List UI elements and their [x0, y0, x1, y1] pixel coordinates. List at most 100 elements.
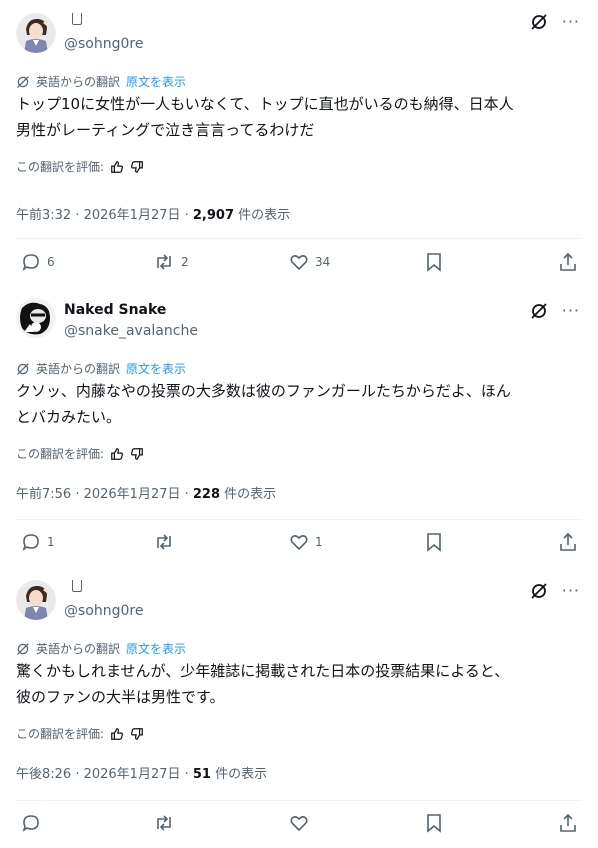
tweet-meta: 午前3:32 · 2026年1月27日 · 2,907 件の表示 [16, 204, 290, 223]
reply-icon [22, 254, 39, 271]
reply-button[interactable] [21, 813, 47, 833]
divider [16, 800, 582, 801]
translation-row: 英語からの翻訳 原文を表示 [16, 360, 186, 377]
reply-button[interactable]: 1 [21, 532, 55, 552]
author-name-row[interactable] [64, 580, 82, 592]
author-name-row[interactable] [64, 13, 82, 25]
repost-icon [157, 254, 171, 270]
rate-label: この翻訳を評価: [16, 447, 105, 461]
more-icon[interactable]: ··· [562, 303, 580, 319]
share-button[interactable] [558, 813, 578, 833]
view-count: 51 [192, 767, 211, 782]
author-handle[interactable]: @snake_avalanche [64, 323, 198, 339]
timestamp[interactable]: 午前7:56 · 2026年1月27日 · [16, 487, 193, 502]
bookmark-icon [427, 253, 441, 272]
thumbs-down-icon[interactable] [130, 447, 144, 461]
like-count: 34 [315, 255, 331, 269]
bookmark-icon [427, 814, 441, 833]
action-bar: 6 2 34 [0, 252, 598, 276]
author-name-row[interactable]: Naked Snake [64, 302, 166, 318]
rate-translation-row: この翻訳を評価: [16, 445, 144, 462]
repost-button[interactable]: 2 [153, 252, 189, 272]
more-icon[interactable]: ··· [562, 583, 580, 599]
share-button[interactable] [558, 532, 578, 552]
like-button[interactable] [289, 813, 315, 833]
tweet: Naked Snake @snake_avalanche ··· 英語からの翻訳… [0, 286, 598, 568]
reply-count: 6 [47, 255, 55, 269]
view-count: 2,907 [192, 208, 235, 223]
like-button[interactable]: 34 [289, 252, 330, 272]
like-count: 1 [315, 535, 323, 549]
thumbs-down-icon[interactable] [130, 727, 144, 741]
tweet-text-line: トップ10に女性が一人もいなくて、トップに直也がいるのも納得、日本人 [16, 95, 514, 113]
heart-icon [290, 816, 308, 832]
bookmark-button[interactable] [425, 813, 443, 833]
divider [16, 238, 582, 239]
tweet-text-line: 彼のファンの大半は男性です。 [16, 688, 225, 706]
repost-icon [157, 534, 171, 550]
action-bar [0, 813, 598, 837]
translation-row: 英語からの翻訳 原文を表示 [16, 73, 186, 90]
thumbs-down-icon[interactable] [130, 160, 144, 174]
rate-translation-row: この翻訳を評価: [16, 158, 144, 175]
show-original-link[interactable]: 原文を表示 [126, 360, 186, 377]
repost-icon [157, 815, 171, 831]
tweet-text: トップ10に女性が一人もいなくて、トップに直也がいるのも納得、日本人 男性がレー… [16, 91, 582, 143]
grok-icon[interactable] [530, 302, 548, 320]
show-original-link[interactable]: 原文を表示 [126, 73, 186, 90]
action-bar: 1 1 [0, 532, 598, 556]
share-icon [560, 813, 576, 832]
bookmark-button[interactable] [425, 252, 443, 272]
show-original-link[interactable]: 原文を表示 [126, 640, 186, 657]
share-button[interactable] [558, 252, 578, 272]
share-icon [560, 252, 576, 271]
views-label: 件の表示 [220, 487, 277, 502]
thumbs-up-icon[interactable] [110, 447, 124, 461]
divider [16, 519, 582, 520]
rate-translation-row: この翻訳を評価: [16, 725, 144, 742]
tweet-text: 驚くかもしれませんが、少年雑誌に掲載された日本の投票結果によると、 彼のファンの… [16, 658, 582, 710]
reply-button[interactable]: 6 [21, 252, 55, 272]
tweet-text-line: とバカみたい。 [16, 408, 122, 426]
cup-icon [72, 13, 82, 25]
tweet-text: クソッ、内藤なやの投票の大多数は彼のファンガールたちからだよ、ほん とバカみたい… [16, 378, 582, 430]
avatar[interactable] [16, 13, 56, 53]
thumbs-up-icon[interactable] [110, 727, 124, 741]
avatar[interactable] [16, 298, 56, 338]
reply-icon [22, 534, 39, 551]
share-icon [560, 532, 576, 551]
author-handle[interactable]: @sohng0re [64, 36, 143, 52]
repost-button[interactable] [153, 813, 181, 833]
cup-icon [72, 580, 82, 592]
repost-count: 2 [181, 255, 189, 269]
rate-label: この翻訳を評価: [16, 727, 105, 741]
tweet-meta: 午後8:26 · 2026年1月27日 · 51 件の表示 [16, 763, 267, 782]
grok-icon[interactable] [530, 582, 548, 600]
grok-icon[interactable] [530, 13, 548, 31]
more-icon[interactable]: ··· [562, 14, 580, 30]
bookmark-icon [427, 533, 441, 552]
translation-row: 英語からの翻訳 原文を表示 [16, 640, 186, 657]
like-button[interactable]: 1 [289, 532, 323, 552]
translate-icon [17, 642, 29, 655]
translate-icon [17, 75, 29, 88]
translation-label: 英語からの翻訳 [36, 75, 121, 89]
translation-label: 英語からの翻訳 [36, 642, 121, 656]
timestamp[interactable]: 午前3:32 · 2026年1月27日 · [16, 208, 193, 223]
reply-count: 1 [47, 535, 55, 549]
timestamp[interactable]: 午後8:26 · 2026年1月27日 · [16, 767, 193, 782]
views-label: 件の表示 [210, 767, 268, 782]
bookmark-button[interactable] [425, 532, 443, 552]
repost-button[interactable] [153, 532, 181, 552]
author-handle[interactable]: @sohng0re [64, 603, 143, 619]
views-label: 件の表示 [234, 208, 291, 223]
translation-label: 英語からの翻訳 [36, 362, 121, 376]
thumbs-up-icon[interactable] [110, 160, 124, 174]
tweet: @sohng0re ··· 英語からの翻訳 原文を表示 トップ10に女性が一人も… [0, 0, 598, 286]
avatar[interactable] [16, 580, 56, 620]
tweet-text-line: クソッ、内藤なやの投票の大多数は彼のファンガールたちからだよ、ほん [16, 382, 511, 400]
view-count: 228 [192, 487, 221, 502]
author-name[interactable]: Naked Snake [64, 302, 166, 318]
tweet-text-line: 男性がレーティングで泣き言言ってるわけだ [16, 121, 315, 139]
reply-icon [22, 815, 39, 832]
